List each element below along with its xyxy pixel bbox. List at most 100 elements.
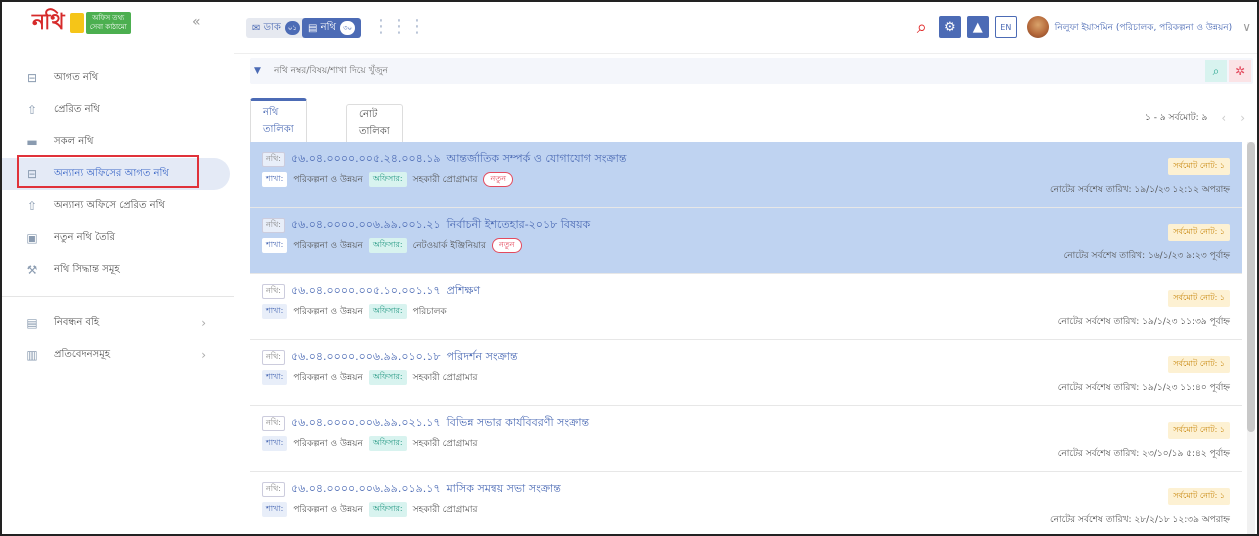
- nothi-label: নথি:: [262, 415, 285, 431]
- branch-value: পরিকল্পনা ও উন্নয়ন: [293, 174, 363, 185]
- search-icon: ⌕: [1212, 63, 1220, 78]
- note-last-date: নোটের সর্বশেষ তারিখ: ২৩/১০/১৯ ৫:৪২ পূর্ব…: [1057, 449, 1230, 459]
- sidebar-nav: ⊟ আগত নথি ⇧ প্রেরিত নথি ▬ সকল নথি ⊟ অন্যান্য…: [2, 62, 234, 371]
- tab-nothi[interactable]: ▤ নথি ৩০: [302, 18, 362, 38]
- nothi-label: নথি:: [262, 151, 285, 167]
- book-icon: ▤: [26, 316, 38, 330]
- note-total-badge: সর্বমোট নোট: ১: [1168, 356, 1230, 373]
- branch-label: শাখা:: [262, 501, 288, 517]
- sidebar-item-other-office-incoming[interactable]: ⊟ অন্যান্য অফিসের আগত নথি: [2, 158, 230, 190]
- new-badge: নতুন: [483, 171, 514, 187]
- search-button[interactable]: ⌕: [1205, 60, 1227, 82]
- page-range: ১ - ৯ সর্বমোট: ৯: [1145, 113, 1208, 123]
- note-total-badge: সর্বমোট নোট: ১: [1168, 158, 1230, 175]
- officer-label: অফিসার:: [368, 501, 407, 517]
- clear-icon: ✲: [1234, 64, 1246, 78]
- branch-label: শাখা:: [262, 171, 288, 187]
- sidebar-item-label: নতুন নথি তৈরি: [54, 231, 116, 243]
- nothi-subject[interactable]: মাসিক সমন্বয় সভা সংক্রান্ত: [447, 480, 561, 499]
- officer-label: অফিসার:: [368, 435, 407, 451]
- collapse-sidebar-icon[interactable]: «: [192, 14, 201, 30]
- officer-value: সহকারী প্রোগ্রামার: [412, 174, 478, 185]
- tab-nothi-list[interactable]: নথি তালিকা: [250, 98, 307, 142]
- officer-label: অফিসার:: [368, 171, 407, 187]
- officer-label: অফিসার:: [368, 237, 407, 253]
- file-icon: ▤: [308, 22, 321, 34]
- nothi-number[interactable]: ৫৬.০৪.০০০০.০০৬.৯৯.০০১.২১: [291, 216, 441, 235]
- officer-value: সহকারী প্রোগ্রামার: [412, 438, 478, 449]
- chevron-right-icon: ›: [201, 348, 206, 362]
- sidebar-item-register[interactable]: ▤ নিবন্ধন বহি ›: [2, 307, 234, 339]
- sidebar-item-new-nothi[interactable]: ▣ নতুন নথি তৈরি: [2, 222, 234, 254]
- clear-button[interactable]: ✲: [1229, 60, 1251, 82]
- note-last-date: নোটের সর্বশেষ তারিখ: ১৯/১/২৩ ১২:১২ অপরাহ…: [1050, 185, 1230, 195]
- sidebar-item-sent[interactable]: ⇧ প্রেরিত নথি: [2, 94, 234, 126]
- list-item[interactable]: নথি: ৫৬.০৪.০০০০.০০৬.৯৯.০২১.১৭ বিভিন্ন সভার…: [250, 406, 1242, 472]
- sidebar: নথি অফিস তথ্য সেবা কাঠামো « ⊟ আগত নথি ⇧ প্র…: [2, 2, 234, 534]
- chevron-left-icon[interactable]: ‹: [1221, 111, 1226, 125]
- list-item[interactable]: নথি: ৫৬.০৪.০০০০.০০৬.৯৯.০০১.২১ নির্বাচনী ইশ…: [250, 208, 1242, 274]
- nothi-number[interactable]: ৫৬.০৪.০০০০.০০৬.৯৯.০১০.১৮: [291, 348, 441, 367]
- report-icon: ▥: [26, 348, 38, 362]
- gavel-icon: ⚒: [26, 263, 38, 277]
- settings-gear-icon[interactable]: ⚙: [938, 16, 961, 38]
- sidebar-item-label: নিবন্ধন বহি: [54, 316, 100, 328]
- nothi-number[interactable]: ৫৬.০৪.০০০০.০০৫.১০.০০১.১৭: [291, 282, 441, 301]
- search-icon[interactable]: ⌕: [911, 16, 933, 38]
- list-item[interactable]: নথি: ৫৬.০৪.০০০০.০০৫.১০.০০১.১৭ প্রশিক্ষণ শাখ…: [250, 274, 1242, 340]
- note-total-badge: সর্বমোট নোট: ১: [1168, 488, 1230, 505]
- branch-value: পরিকল্পনা ও উন্নয়ন: [293, 306, 363, 317]
- sidebar-item-decisions[interactable]: ⚒ নথি সিদ্ধান্ত সমূহ: [2, 254, 234, 286]
- search-bar: ▼ ⌕ ✲: [250, 58, 1253, 84]
- nothi-list: নথি: ৫৬.০৪.০০০০.০০৫.২৪.০০৪.১৯ আন্তর্জাতিক …: [250, 142, 1242, 534]
- list-item[interactable]: নথি: ৫৬.০৪.০০০০.০০৬.৯৯.০১০.১৮ পরিদর্শন সংক…: [250, 340, 1242, 406]
- branch-value: পরিকল্পনা ও উন্নয়ন: [293, 438, 363, 449]
- nothi-subject[interactable]: নির্বাচনী ইশতেহার-২০১৮ বিষয়ক: [447, 216, 591, 235]
- nothi-subject[interactable]: বিভিন্ন সভার কার্যবিবরণী সংক্রান্ত: [447, 414, 590, 433]
- tab-note-list[interactable]: নোট তালিকা: [346, 104, 403, 142]
- apps-grid-icon[interactable]: ⋮⋮⋮: [372, 16, 426, 37]
- sidebar-item-label: নথি সিদ্ধান্ত সমূহ: [54, 263, 120, 275]
- officer-label: অফিসার:: [368, 369, 407, 385]
- mail-icon: ✉: [252, 22, 264, 34]
- scrollbar[interactable]: [1247, 142, 1255, 534]
- note-total-badge: সর্বমোট নোট: ১: [1168, 422, 1230, 439]
- language-toggle[interactable]: EN: [994, 16, 1017, 38]
- filter-dropdown-icon[interactable]: ▼: [254, 66, 261, 76]
- officer-value: পরিচালক: [412, 306, 447, 317]
- logo[interactable]: নথি অফিস তথ্য সেবা কাঠামো: [32, 9, 131, 36]
- sidebar-item-reports[interactable]: ▥ প্রতিবেদনসমূহ ›: [2, 339, 234, 371]
- dak-count-badge: ০১: [284, 21, 300, 35]
- nothi-subject[interactable]: আন্তর্জাতিক সম্পর্ক ও যোগাযোগ সংক্রান্ত: [447, 150, 627, 169]
- sidebar-item-incoming[interactable]: ⊟ আগত নথি: [2, 62, 234, 94]
- inbox-icon: ⊟: [26, 71, 38, 85]
- header-tools: ⌕ ⚙ ▲ EN নিলুফা ইয়াসমিন (পরিচালক, পরিকল…: [905, 16, 1251, 38]
- search-input[interactable]: [274, 62, 1174, 80]
- officer-label: অফিসার:: [368, 303, 407, 319]
- nothi-label: নথি:: [262, 349, 285, 365]
- chevron-right-icon[interactable]: ›: [1240, 111, 1245, 125]
- notification-bell-icon[interactable]: ▲: [966, 16, 989, 38]
- chevron-right-icon: ›: [201, 316, 206, 330]
- list-item[interactable]: নথি: ৫৬.০৪.০০০০.০০৬.৯৯.০১৯.১৭ মাসিক সমন্বয…: [250, 472, 1242, 534]
- sidebar-item-other-office-sent[interactable]: ⇧ অন্যান্য অফিসে প্রেরিত নথি: [2, 190, 234, 222]
- nothi-subject[interactable]: প্রশিক্ষণ: [447, 282, 480, 301]
- note-last-date: নোটের সর্বশেষ তারিখ: ১৯/১/২৩ ১১:৩৯ পূর্ব…: [1057, 317, 1230, 327]
- user-name[interactable]: নিলুফা ইয়াসমিন (পরিচালক, পরিকল্পনা ও উন…: [1055, 20, 1232, 35]
- note-last-date: নোটের সর্বশেষ তারিখ: ১৯/১/২৩ ১১:৪০ পূর্ব…: [1057, 383, 1230, 393]
- nothi-number[interactable]: ৫৬.০৪.০০০০.০০৬.৯৯.০১৯.১৭: [291, 480, 441, 499]
- divider: [2, 296, 234, 297]
- note-last-date: নোটের সর্বশেষ তারিখ: ১৬/১/২৩ ৯:২৩ পূর্বা…: [1063, 251, 1230, 261]
- nothi-number[interactable]: ৫৬.০৪.০০০০.০০৬.৯৯.০২১.১৭: [291, 414, 441, 433]
- sidebar-item-all[interactable]: ▬ সকল নথি: [2, 126, 234, 158]
- scrollbar-thumb[interactable]: [1247, 142, 1255, 432]
- nothi-number[interactable]: ৫৬.০৪.০০০০.০০৫.২৪.০০৪.১৯: [291, 150, 441, 169]
- tab-dak[interactable]: ✉ ডাক ০১: [246, 18, 306, 38]
- chevron-down-icon[interactable]: ∨: [1242, 20, 1251, 34]
- upload-icon: ⇧: [26, 103, 38, 117]
- list-item[interactable]: নথি: ৫৬.০৪.০০০০.০০৫.২৪.০০৪.১৯ আন্তর্জাতিক …: [250, 142, 1242, 208]
- nothi-subject[interactable]: পরিদর্শন সংক্রান্ত: [447, 348, 518, 367]
- avatar[interactable]: [1026, 16, 1049, 38]
- folder-icon: ▬: [26, 135, 38, 149]
- officer-value: সহকারী প্রোগ্রামার: [412, 372, 478, 383]
